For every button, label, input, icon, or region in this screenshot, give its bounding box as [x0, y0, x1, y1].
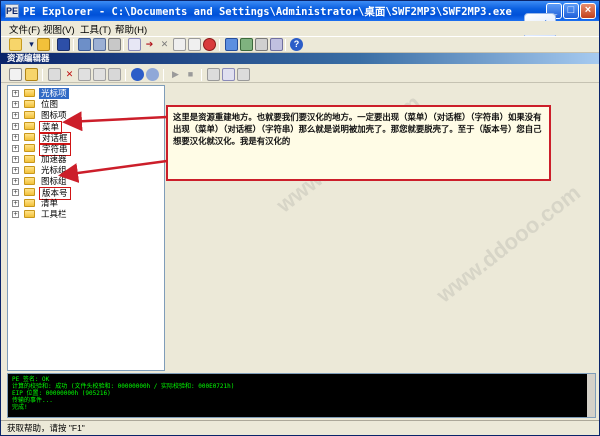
expand-icon[interactable]: + [12, 123, 19, 130]
toolbar-separator [123, 39, 124, 51]
grid-icon[interactable] [240, 38, 253, 51]
toolbar-separator [201, 69, 202, 81]
folder-icon [24, 199, 35, 207]
expand-icon[interactable]: + [12, 134, 19, 141]
forward-icon[interactable] [146, 68, 159, 81]
expand-icon[interactable]: + [12, 145, 19, 152]
toolbar-separator [219, 39, 220, 51]
copy-icon[interactable] [78, 68, 91, 81]
tree-item-label: 工具栏 [41, 209, 67, 219]
help-icon[interactable]: ? [290, 38, 303, 51]
edit-resource-icon[interactable] [48, 68, 61, 81]
expand-icon[interactable]: + [12, 211, 19, 218]
view-icon[interactable] [207, 68, 220, 81]
folder-icon [24, 166, 35, 174]
delete-icon[interactable]: ✕ [63, 68, 76, 81]
expand-icon[interactable]: + [12, 178, 19, 185]
folder-icon [24, 122, 35, 130]
menu-bar: 文件(F) 视图(V) 工具(T) 帮助(H) [1, 21, 599, 36]
output-line: 完成! [12, 404, 28, 411]
expand-icon[interactable]: + [12, 101, 19, 108]
app-window: PE PE Explorer - C:\Documents and Settin… [0, 0, 600, 436]
menu-view[interactable]: 视图(V) [43, 22, 75, 36]
new-resource-icon[interactable] [9, 68, 22, 81]
resource-toolbar: ✕ ▶ ■ [1, 65, 599, 83]
close-button[interactable]: × [580, 3, 596, 19]
app-icon: PE [5, 4, 19, 18]
properties-icon[interactable] [108, 68, 121, 81]
folder-icon [24, 111, 35, 119]
toolbar-separator [163, 69, 164, 81]
play-icon[interactable]: ▶ [169, 68, 182, 81]
output-line: PE 签名: OK [12, 376, 50, 383]
tree-item-label: 图标项 [41, 110, 67, 120]
main-toolbar: ▾ ➔ ✕ ? [1, 36, 599, 53]
menu-tools[interactable]: 工具(T) [80, 22, 111, 36]
tree-item-label: 光标项 [39, 88, 69, 99]
tree-item-label: 清单 [41, 198, 59, 208]
folder-icon [24, 133, 35, 141]
output-line: 传输的事件... [12, 397, 53, 404]
folder-icon [24, 155, 35, 163]
stop-icon[interactable]: ■ [184, 68, 197, 81]
expand-icon[interactable]: + [12, 200, 19, 207]
tree-item-label: 位图 [41, 99, 59, 109]
folder-icon [24, 210, 35, 218]
sections-icon[interactable] [108, 38, 121, 51]
annotation-callout: 这里是资源重建地方。也就要我们要汉化的地方。一定要出现（菜单）（对话框）（字符串… [166, 105, 551, 181]
options-icon[interactable] [270, 38, 283, 51]
open-folder-icon[interactable] [37, 38, 50, 51]
disassembler-icon[interactable] [173, 38, 186, 51]
resources-icon[interactable] [128, 38, 141, 51]
toolbar-separator [42, 69, 43, 81]
output-line: 计算的校验和: 成功 (文件头校验和: 00000000h / 实际校验和: 0… [12, 383, 235, 390]
tree-item-label: 加速器 [41, 154, 67, 164]
headers-icon[interactable] [78, 38, 91, 51]
folder-icon [24, 188, 35, 196]
save-resource-icon[interactable] [222, 68, 235, 81]
expand-icon[interactable]: + [12, 156, 19, 163]
folder-icon [24, 89, 35, 97]
scrollbar[interactable] [587, 374, 595, 417]
menu-help[interactable]: 帮助(H) [115, 22, 147, 36]
tools-icon[interactable] [255, 38, 268, 51]
data-directories-icon[interactable] [93, 38, 106, 51]
expand-icon[interactable]: + [12, 189, 19, 196]
window-icon[interactable] [225, 38, 238, 51]
dependency-icon[interactable] [188, 38, 201, 51]
status-bar: 获取帮助，请按 "F1" [1, 420, 599, 435]
expand-icon[interactable]: + [12, 167, 19, 174]
expand-icon[interactable]: + [12, 112, 19, 119]
export-resource-icon[interactable] [237, 68, 250, 81]
panel-title: 资源编辑器 [1, 53, 599, 64]
imports-icon[interactable]: ➔ [143, 38, 156, 51]
tree-item-label: 光标组 [41, 165, 67, 175]
open-resource-icon[interactable] [25, 68, 38, 81]
window-title: PE Explorer - C:\Documents and Settings\… [23, 6, 512, 18]
toolbar-separator [285, 39, 286, 51]
open-icon[interactable] [9, 38, 22, 51]
save-icon[interactable] [57, 38, 70, 51]
toolbar-separator [73, 39, 74, 51]
toolbar-separator [52, 39, 53, 51]
output-line: EIP 位置: 00000000h (905216) [12, 390, 111, 397]
folder-icon [24, 177, 35, 185]
menu-file[interactable]: 文件(F) [9, 22, 40, 36]
target-icon[interactable] [203, 38, 216, 51]
paste-icon[interactable] [93, 68, 106, 81]
folder-icon [24, 144, 35, 152]
title-bar[interactable]: PE PE Explorer - C:\Documents and Settin… [1, 1, 599, 21]
expand-icon[interactable]: + [12, 90, 19, 97]
resource-tree[interactable]: + 光标项 + 位图 + 图标项 + 菜单 + 对话框 + 字符串 + 加速器 + 光标组 + 图标组 + 版本号 + 清… [7, 85, 165, 371]
exports-icon[interactable]: ✕ [158, 38, 171, 51]
output-log[interactable]: PE 签名: OK 计算的校验和: 成功 (文件头校验和: 00000000h /… [7, 373, 596, 418]
toolbar-separator [125, 69, 126, 81]
maximize-button[interactable]: □ [563, 3, 579, 19]
tree-item-label: 图标组 [41, 176, 67, 186]
back-icon[interactable] [131, 68, 144, 81]
folder-icon [24, 100, 35, 108]
